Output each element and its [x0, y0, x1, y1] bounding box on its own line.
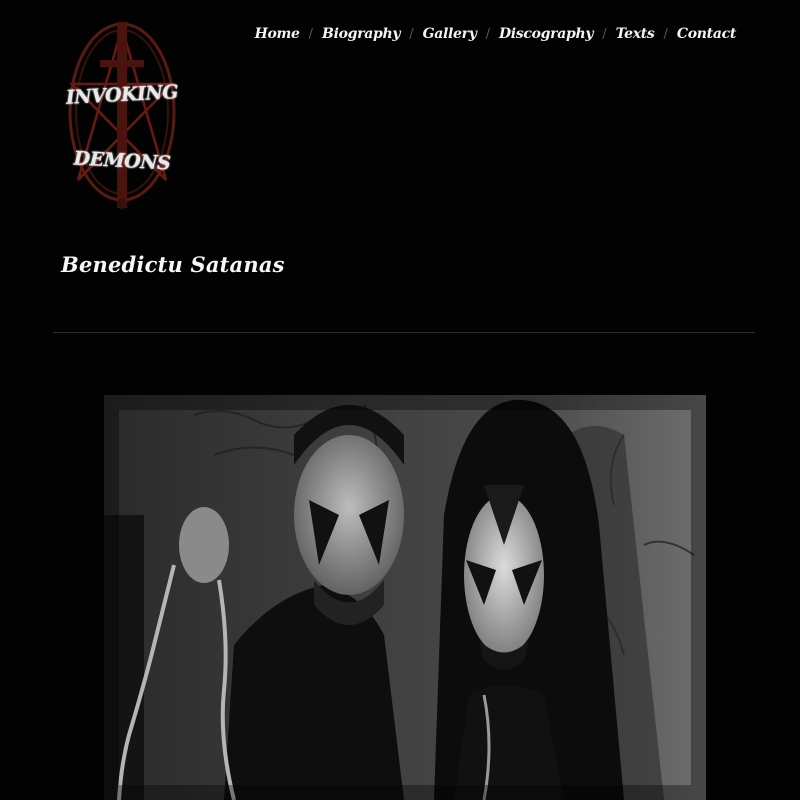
page: INVOKING DEMONS Home / Biography / Galle… — [0, 0, 800, 800]
pentagram-emblem — [68, 22, 176, 209]
divider — [53, 332, 755, 333]
nav-separator: / — [663, 26, 668, 42]
page-title: Benedictu Satanas — [61, 252, 285, 277]
band-photo — [104, 395, 706, 800]
nav-separator: / — [308, 26, 314, 42]
nav-home[interactable]: Home — [255, 26, 300, 42]
nav-separator: / — [485, 26, 490, 42]
main-nav: Home / Biography / Gallery / Discography… — [255, 26, 737, 42]
site-logo[interactable]: INVOKING DEMONS — [62, 20, 182, 210]
nav-discography[interactable]: Discography — [499, 26, 594, 42]
nav-separator: / — [602, 26, 607, 42]
nav-texts[interactable]: Texts — [616, 26, 655, 42]
nav-gallery[interactable]: Gallery — [423, 26, 477, 42]
nav-contact[interactable]: Contact — [677, 26, 736, 42]
nav-separator: / — [409, 26, 414, 42]
nav-biography[interactable]: Biography — [322, 26, 400, 42]
